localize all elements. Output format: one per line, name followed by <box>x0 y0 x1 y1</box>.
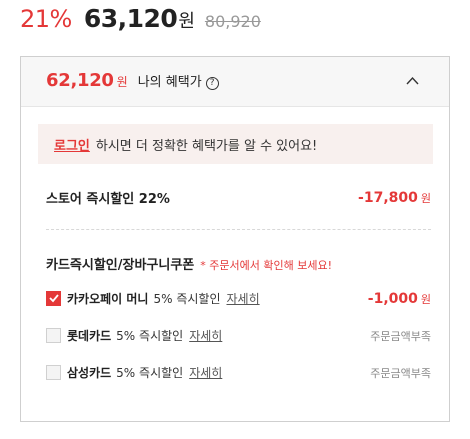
card-detail-link[interactable]: 자세히 <box>189 364 222 381</box>
card-discount-info: 카카오페이 머니 5% 즉시할인 자세히 <box>46 290 260 307</box>
original-price: 80,920 <box>204 12 261 31</box>
info-icon[interactable]: ? <box>205 77 219 90</box>
benefit-panel-header[interactable]: 62,120 원 나의 혜택가 ? <box>21 57 449 107</box>
card-detail-link[interactable]: 자세히 <box>189 327 222 344</box>
card-checkbox[interactable] <box>46 328 61 343</box>
card-discount-row: 삼성카드 5% 즉시할인 자세히 주문금액부족 <box>46 364 431 381</box>
price-summary: 21% 63,120 원 80,920 <box>20 4 261 36</box>
card-discount-desc: 5% 즉시할인 <box>153 292 221 306</box>
card-discount-row: 카카오페이 머니 5% 즉시할인 자세히 -1,000 원 <box>46 290 431 307</box>
card-checkbox[interactable] <box>46 365 61 380</box>
card-status: 주문금액부족 <box>370 366 431 380</box>
section-divider <box>46 229 431 230</box>
check-icon <box>49 294 59 303</box>
login-message: 하시면 더 정확한 혜택가를 알 수 있어요! <box>95 138 318 154</box>
card-discount-amount: -1,000 원 <box>368 291 431 307</box>
card-discount-value: -1,000 <box>367 290 418 307</box>
discount-rate: 21% <box>20 5 72 33</box>
card-name: 카카오페이 머니 <box>67 292 149 306</box>
card-discount-info: 롯데카드 5% 즉시할인 자세히 <box>46 327 222 344</box>
login-link[interactable]: 로그인 <box>54 135 90 154</box>
my-price-unit: 원 <box>116 75 128 89</box>
store-discount-row: 스토어 즉시할인 22% -17,800 원 <box>46 188 431 208</box>
my-benefit-label: 나의 혜택가 <box>137 75 202 90</box>
login-notice: 로그인 하시면 더 정확한 혜택가를 알 수 있어요! <box>38 124 433 164</box>
benefit-panel: 62,120 원 나의 혜택가 ? 로그인 하시면 더 정확한 혜택가를 알 수… <box>20 56 450 422</box>
coupon-section-header: 카드즉시할인/장바구니쿠폰 * 주문서에서 확인해 보세요! <box>46 254 332 273</box>
store-discount-title: 스토어 즉시할인 22% <box>46 192 170 207</box>
card-detail-link[interactable]: 자세히 <box>226 290 259 307</box>
sale-price-unit: 원 <box>178 11 195 32</box>
card-name: 삼성카드 <box>67 366 112 380</box>
sale-price: 63,120 <box>83 4 178 33</box>
card-discount-unit: 원 <box>420 292 431 306</box>
card-discount-desc: 5% 즉시할인 <box>116 366 184 380</box>
card-discount-desc: 5% 즉시할인 <box>116 329 184 343</box>
card-status: 주문금액부족 <box>370 329 431 343</box>
card-checkbox[interactable] <box>46 291 61 306</box>
card-name: 롯데카드 <box>67 329 112 343</box>
coupon-section-title: 카드즉시할인/장바구니쿠폰 <box>46 258 195 273</box>
card-discount-info: 삼성카드 5% 즉시할인 자세히 <box>46 364 222 381</box>
chevron-up-icon[interactable] <box>406 75 419 88</box>
store-discount-amount: -17,800 원 <box>358 190 431 206</box>
coupon-section-note: * 주문서에서 확인해 보세요! <box>200 259 332 272</box>
store-discount-value: -17,800 <box>358 189 418 206</box>
my-price-value: 62,120 <box>46 70 114 91</box>
my-benefit-price: 62,120 원 나의 혜택가 ? <box>46 70 219 91</box>
card-discount-row: 롯데카드 5% 즉시할인 자세히 주문금액부족 <box>46 327 431 344</box>
store-discount-unit: 원 <box>420 191 431 205</box>
